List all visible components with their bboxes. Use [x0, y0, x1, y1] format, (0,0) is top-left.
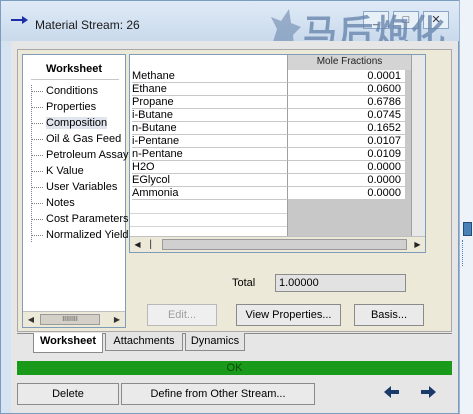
component-name: EGlycol: [132, 174, 287, 187]
mole-fraction-value: 0.0745: [287, 109, 405, 122]
arrow-left-icon[interactable]: [381, 383, 403, 403]
sidebar-item-user-variables[interactable]: User Variables: [31, 181, 117, 196]
component-name: Propane: [132, 96, 287, 109]
table-row[interactable]: n-Pentane 0.0109: [130, 148, 411, 161]
table-row[interactable]: Ethane 0.0600: [130, 83, 411, 96]
window-title: Material Stream: 26: [35, 18, 140, 32]
scroll-left-icon[interactable]: ◀: [23, 312, 39, 327]
basis-button[interactable]: Basis...: [354, 304, 424, 326]
table-row[interactable]: Propane 0.6786: [130, 96, 411, 109]
view-properties-button[interactable]: View Properties...: [236, 304, 341, 326]
table-row[interactable]: H2O 0.0000: [130, 161, 411, 174]
total-value-field: 1.00000: [275, 274, 406, 292]
tab-strip: Worksheet Attachments Dynamics: [17, 333, 452, 353]
mole-fraction-value: 0.0000: [287, 174, 405, 187]
sidebar-item-k-value[interactable]: K Value: [31, 165, 84, 180]
title-bar[interactable]: Material Stream: 26 _ □ ✕: [1, 1, 460, 41]
mole-fraction-value: 0.6786: [287, 96, 405, 109]
tab-dynamics[interactable]: Dynamics: [185, 333, 245, 351]
table-row[interactable]: i-Butane 0.0745: [130, 109, 411, 122]
sidebar-item-properties[interactable]: Properties: [31, 101, 96, 116]
tab-attachments[interactable]: Attachments: [105, 333, 183, 351]
sidebar-item-notes[interactable]: Notes: [31, 197, 75, 212]
sidebar-item-cost-parameters[interactable]: Cost Parameters: [31, 213, 129, 228]
maximize-button[interactable]: □: [393, 11, 419, 29]
component-name: Ethane: [132, 83, 287, 96]
flowsheet-object: [463, 222, 472, 236]
sidebar-hscrollbar[interactable]: ◀ IIIIIIII ▶: [23, 311, 125, 327]
sidebar-title: Worksheet: [45, 63, 103, 75]
scroll-thumb[interactable]: [162, 239, 407, 250]
mole-fraction-value: 0.0001: [287, 70, 405, 83]
table-row[interactable]: Ammonia 0.0000: [130, 187, 411, 200]
arrow-right-icon: [11, 13, 29, 28]
scroll-left-end-icon[interactable]: ▏: [146, 238, 161, 251]
sidebar-item-normalized-yields[interactable]: Normalized Yields: [31, 229, 134, 244]
mole-fraction-value: 0.0000: [287, 161, 405, 174]
tab-worksheet[interactable]: Worksheet: [33, 333, 103, 353]
component-name: Methane: [132, 70, 287, 83]
component-name: n-Pentane: [132, 148, 287, 161]
sidebar-item-conditions[interactable]: Conditions: [31, 85, 98, 100]
mole-fraction-value: 0.0600: [287, 83, 405, 96]
table-row[interactable]: i-Pentane 0.0107: [130, 135, 411, 148]
scroll-thumb[interactable]: IIIIIIII: [40, 314, 100, 325]
close-button[interactable]: ✕: [423, 11, 449, 29]
mole-fraction-value: 0.1652: [287, 122, 405, 135]
sidebar-item-composition[interactable]: Composition: [31, 117, 108, 132]
scroll-right-icon[interactable]: ▶: [109, 312, 125, 327]
material-stream-window: Material Stream: 26 _ □ ✕ 马后炮化工 MAHOUPAO…: [0, 0, 460, 414]
background-flowsheet: [459, 0, 473, 414]
total-label: Total: [232, 277, 256, 289]
mole-fraction-value: 0.0107: [287, 135, 405, 148]
component-name: i-Butane: [132, 109, 287, 122]
edit-button[interactable]: Edit...: [147, 304, 217, 326]
component-name: n-Butane: [132, 122, 287, 135]
scroll-left-icon[interactable]: ◀: [130, 238, 145, 251]
empty-row: [130, 213, 287, 214]
define-from-other-stream-button[interactable]: Define from Other Stream...: [121, 383, 315, 405]
window-content: Worksheet Conditions Properties Composit…: [11, 41, 458, 413]
minimize-button[interactable]: _: [363, 11, 389, 29]
composition-grid: Mole Fractions Methane 0.0001 Ethane 0.060…: [129, 54, 426, 253]
mole-fraction-value: 0.0000: [287, 187, 405, 200]
component-name: Ammonia: [132, 187, 287, 200]
empty-row: [130, 226, 287, 227]
arrow-right-icon[interactable]: [417, 383, 439, 403]
status-bar: OK: [17, 361, 452, 375]
sidebar-item-oil-gas-feed[interactable]: Oil & Gas Feed: [31, 133, 121, 148]
component-name: i-Pentane: [132, 135, 287, 148]
delete-button[interactable]: Delete: [17, 383, 119, 405]
table-row[interactable]: Methane 0.0001: [130, 70, 411, 83]
mole-fraction-value: 0.0109: [287, 148, 405, 161]
table-row[interactable]: n-Butane 0.1652: [130, 122, 411, 135]
grid-hscrollbar[interactable]: ◀ ▏ ▶: [130, 236, 425, 252]
component-name: H2O: [132, 161, 287, 174]
worksheet-sidebar: Worksheet Conditions Properties Composit…: [22, 54, 134, 328]
sidebar-item-petroleum-assay[interactable]: Petroleum Assay: [31, 149, 129, 164]
scroll-right-icon[interactable]: ▶: [410, 238, 425, 251]
grid-extra-column: [411, 55, 425, 239]
sidebar-divider: [31, 79, 119, 80]
worksheet-panel: Worksheet Conditions Properties Composit…: [17, 49, 452, 332]
flowsheet-line: [462, 240, 472, 266]
table-row[interactable]: EGlycol 0.0000: [130, 174, 411, 187]
column-header-mole-fractions: Mole Fractions: [287, 55, 411, 70]
